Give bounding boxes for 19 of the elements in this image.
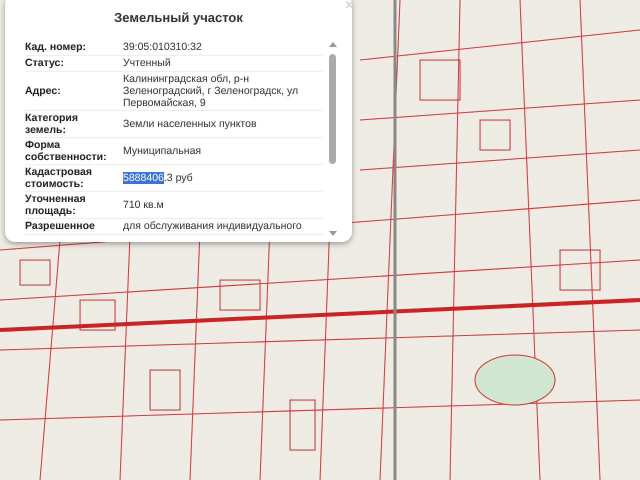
field-value: Земли населенных пунктов [123,118,257,130]
field-label: Разрешенное [25,220,96,232]
field-label: Кад. номер: [25,41,88,53]
popup-title: Земельный участок [113,9,244,27]
field-value: 39:05:010310:32 [123,41,202,53]
field-label: Кадастровая стоимость: [25,166,93,190]
selected-text: 5888406 [123,172,164,184]
field-value: Муниципальная [123,144,202,156]
field-label: Категория земель: [25,112,80,136]
close-button[interactable]: × [344,0,354,14]
field-label: Статус: [25,57,65,69]
field-value: Калининградская обл, р-н Зеленоградский, г Зеленоградск, ул Первомайская, 9 [123,72,298,108]
field-label: Адрес: [25,84,62,96]
field-value: для обслуживания индивидуального [123,220,302,232]
field-value: .3 руб [164,172,193,184]
field-value: 710 кв.м [123,198,164,210]
field-label: Форма собственности: [25,138,108,162]
field-value: Учтенный [123,57,171,69]
field-label: Уточненная площадь: [25,192,87,216]
